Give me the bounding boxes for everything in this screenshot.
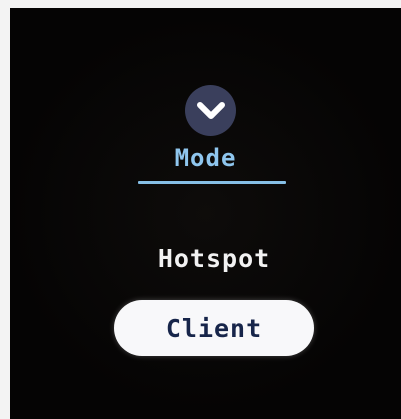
photo-frame: Mode Hotspot Client (0, 0, 401, 419)
mode-list: Hotspot Client (10, 8, 401, 419)
mode-option-client[interactable]: Client (114, 300, 314, 356)
mode-option-hotspot[interactable]: Hotspot (114, 230, 314, 286)
device-screen: Mode Hotspot Client (10, 8, 401, 419)
